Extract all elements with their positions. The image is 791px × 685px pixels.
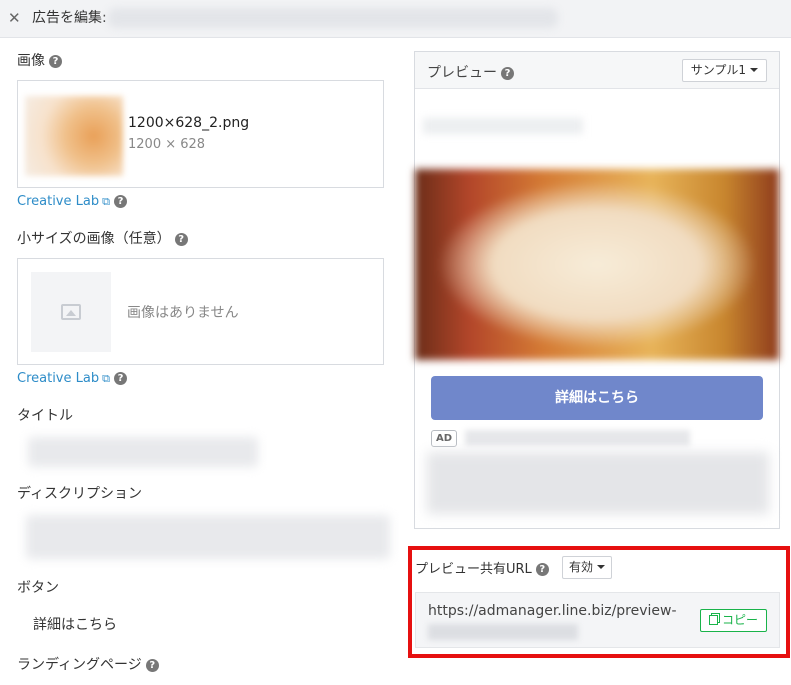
preview-title-redacted [465, 430, 690, 446]
image-icon [61, 304, 81, 320]
sample-select[interactable]: サンプル1 [681, 59, 767, 82]
copy-label: コピー [721, 613, 758, 627]
creative-lab-link-2[interactable]: Creative Lab ⧉? [17, 370, 127, 388]
chevron-down-icon [750, 68, 758, 72]
help-icon[interactable]: ? [174, 233, 188, 246]
dialog-title: 広告を編集: [32, 10, 107, 26]
preview-title: プレビュー [427, 65, 497, 81]
button-value: 詳細はこちら [33, 617, 117, 633]
button-label: ボタン [17, 580, 59, 596]
close-icon[interactable]: ✕ [8, 8, 21, 28]
image-file-size: 1200 × 628 [128, 137, 206, 152]
help-icon[interactable]: ? [113, 372, 127, 385]
sample-select-value: サンプル1 [690, 63, 746, 77]
preview-share-url-highlight: プレビュー共有URL? 有効 https://admanager.line.bi… [408, 546, 790, 658]
small-image-label: 小サイズの画像（任意） [17, 231, 171, 247]
landing-page-label: ランディングページ [17, 657, 142, 673]
share-url-label: プレビュー共有URL [415, 562, 532, 577]
title-value-redacted[interactable] [28, 437, 258, 467]
preview-header: プレビュー? サンプル1 [415, 52, 779, 89]
no-image-text: 画像はありません [127, 305, 239, 321]
external-link-icon: ⧉ [102, 372, 110, 385]
small-image-upload-box[interactable]: 画像はありません [17, 258, 384, 365]
creative-lab-link-1[interactable]: Creative Lab ⧉? [17, 193, 127, 211]
image-placeholder [31, 272, 111, 352]
preview-cta-button[interactable]: 詳細はこちら [431, 376, 763, 420]
ad-badge: AD [431, 430, 457, 447]
description-value-redacted[interactable] [26, 515, 390, 559]
share-status-value: 有効 [569, 560, 594, 574]
preview-advertiser-redacted [423, 118, 583, 134]
share-url-redacted [428, 624, 578, 640]
description-label: ディスクリプション [17, 486, 143, 502]
image-label: 画像 [17, 53, 45, 69]
title-label: タイトル [17, 408, 73, 424]
help-icon[interactable]: ? [113, 195, 127, 208]
chevron-down-icon [597, 565, 606, 569]
creative-lab-label[interactable]: Creative Lab [17, 371, 99, 386]
help-icon[interactable]: ? [49, 55, 62, 68]
small-image-section-label: 小サイズの画像（任意）? [17, 230, 188, 248]
preview-card: プレビュー? サンプル1 詳細はこちら AD [414, 51, 780, 529]
share-status-select[interactable]: 有効 [562, 556, 613, 579]
creative-lab-label[interactable]: Creative Lab [17, 194, 99, 209]
dialog-header: ✕ 広告を編集: [0, 0, 791, 38]
help-icon[interactable]: ? [535, 563, 549, 576]
image-upload-box[interactable]: 1200×628_2.png 1200 × 628 [17, 80, 384, 188]
image-thumbnail [25, 96, 123, 176]
preview-ad-image [415, 169, 779, 360]
help-icon[interactable]: ? [145, 659, 159, 672]
external-link-icon: ⧉ [102, 195, 110, 208]
preview-title-wrap: プレビュー? [427, 62, 514, 82]
copy-button[interactable]: コピー [699, 609, 767, 632]
image-section-label: 画像? [17, 52, 62, 70]
share-url-label-wrap: プレビュー共有URL? [415, 558, 549, 577]
share-url-panel: https://admanager.line.biz/preview- コピー [415, 592, 780, 648]
copy-icon [708, 615, 718, 625]
image-file-name: 1200×628_2.png [128, 115, 250, 131]
ad-name-redacted [108, 8, 558, 28]
landing-page-section-label: ランディングページ? [17, 656, 159, 674]
preview-description-redacted [427, 452, 769, 514]
share-url-text[interactable]: https://admanager.line.biz/preview- [428, 603, 677, 619]
help-icon[interactable]: ? [501, 67, 514, 80]
